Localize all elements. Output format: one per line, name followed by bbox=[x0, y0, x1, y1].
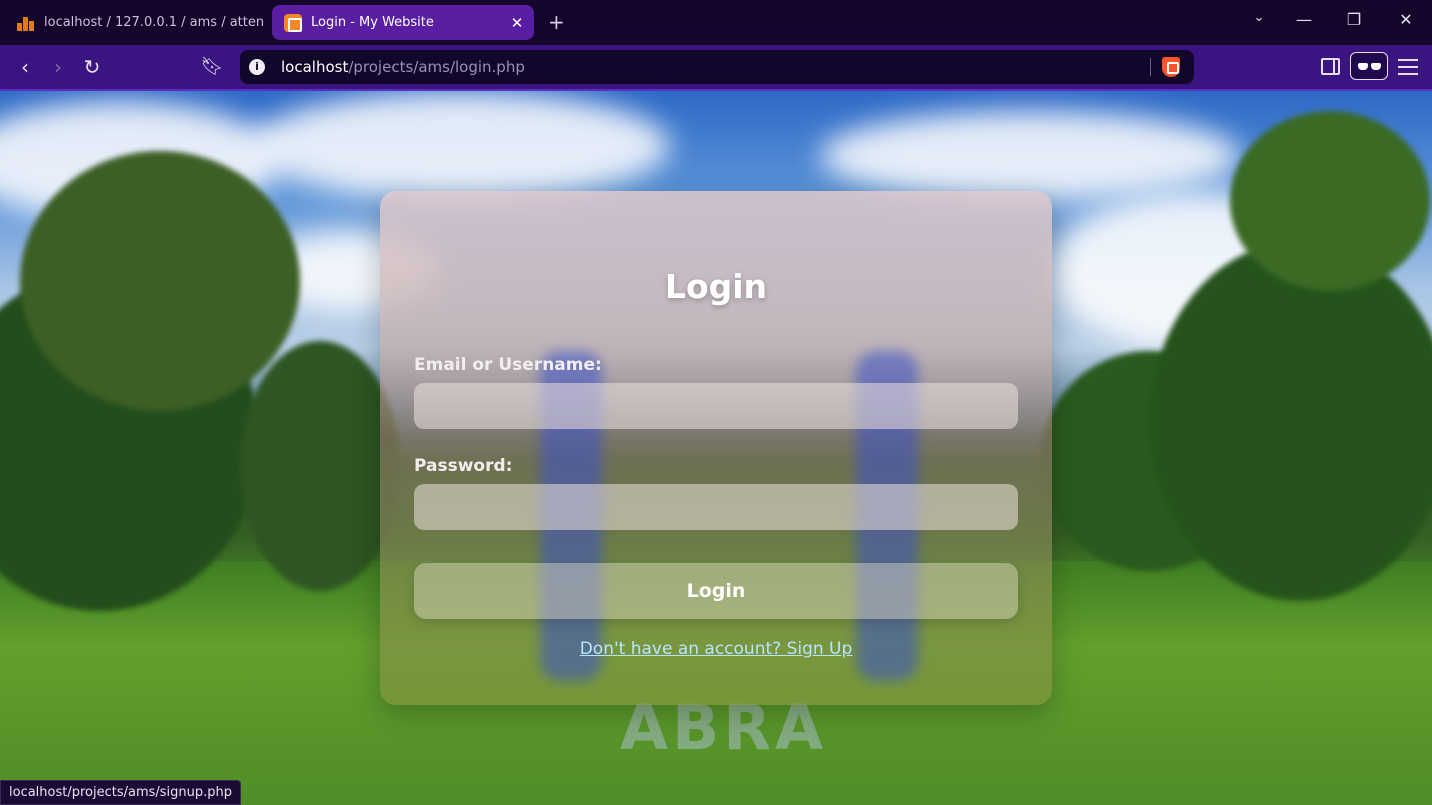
restore-icon[interactable]: ❐ bbox=[1344, 10, 1364, 29]
password-input[interactable] bbox=[414, 484, 1018, 530]
reader-mode-icon[interactable] bbox=[1350, 52, 1388, 80]
tab-title: localhost / 127.0.0.1 / ams / attenda bbox=[44, 15, 264, 30]
page-viewport: ABRA Login Email or Username: Password: … bbox=[0, 91, 1432, 805]
username-input[interactable] bbox=[414, 383, 1018, 429]
url-divider bbox=[1150, 58, 1151, 76]
brave-shields-icon[interactable] bbox=[1162, 57, 1180, 77]
page-title: Login bbox=[664, 267, 768, 306]
tab-login[interactable]: Login - My Website ✕ bbox=[272, 5, 534, 40]
login-card: Login Email or Username: Password: Login… bbox=[380, 191, 1052, 705]
minimize-icon[interactable]: — bbox=[1294, 10, 1314, 29]
reload-icon[interactable]: ↻ bbox=[80, 55, 104, 79]
menu-icon[interactable] bbox=[1398, 59, 1418, 75]
tab-phpmyadmin[interactable]: localhost / 127.0.0.1 / ams / attenda bbox=[8, 5, 264, 40]
close-tab-icon[interactable]: ✕ bbox=[504, 14, 530, 32]
status-bar-url: localhost/projects/ams/signup.php bbox=[0, 780, 242, 805]
url-path: /projects/ams/login.php bbox=[348, 58, 525, 76]
xampp-icon bbox=[284, 13, 302, 32]
tab-title: Login - My Website bbox=[311, 15, 434, 30]
url-text[interactable]: localhost/projects/ams/login.php bbox=[281, 58, 525, 76]
username-label: Email or Username: bbox=[414, 355, 602, 375]
password-label: Password: bbox=[414, 456, 513, 476]
tab-strip: localhost / 127.0.0.1 / ams / attenda Lo… bbox=[0, 0, 1432, 45]
sidebar-toggle-icon[interactable] bbox=[1321, 58, 1340, 75]
login-button[interactable]: Login bbox=[414, 563, 1018, 619]
tab-search-chevron-icon[interactable]: ⌄ bbox=[1249, 10, 1269, 25]
new-tab-button[interactable]: + bbox=[548, 10, 565, 34]
site-info-icon[interactable]: i bbox=[249, 59, 265, 75]
url-host: localhost bbox=[281, 58, 349, 76]
close-window-icon[interactable]: ✕ bbox=[1396, 10, 1416, 29]
browser-toolbar: ‹ › ↻ 🔖︎ i localhost/projects/ams/login.… bbox=[0, 45, 1432, 91]
back-icon[interactable]: ‹ bbox=[13, 55, 37, 79]
signup-link[interactable]: Don't have an account? Sign Up bbox=[380, 639, 1052, 659]
phpmyadmin-icon bbox=[17, 15, 35, 31]
forward-icon[interactable]: › bbox=[46, 55, 70, 79]
address-bar[interactable]: i localhost/projects/ams/login.php bbox=[240, 50, 1194, 84]
bookmark-icon[interactable]: 🔖︎ bbox=[200, 55, 224, 79]
